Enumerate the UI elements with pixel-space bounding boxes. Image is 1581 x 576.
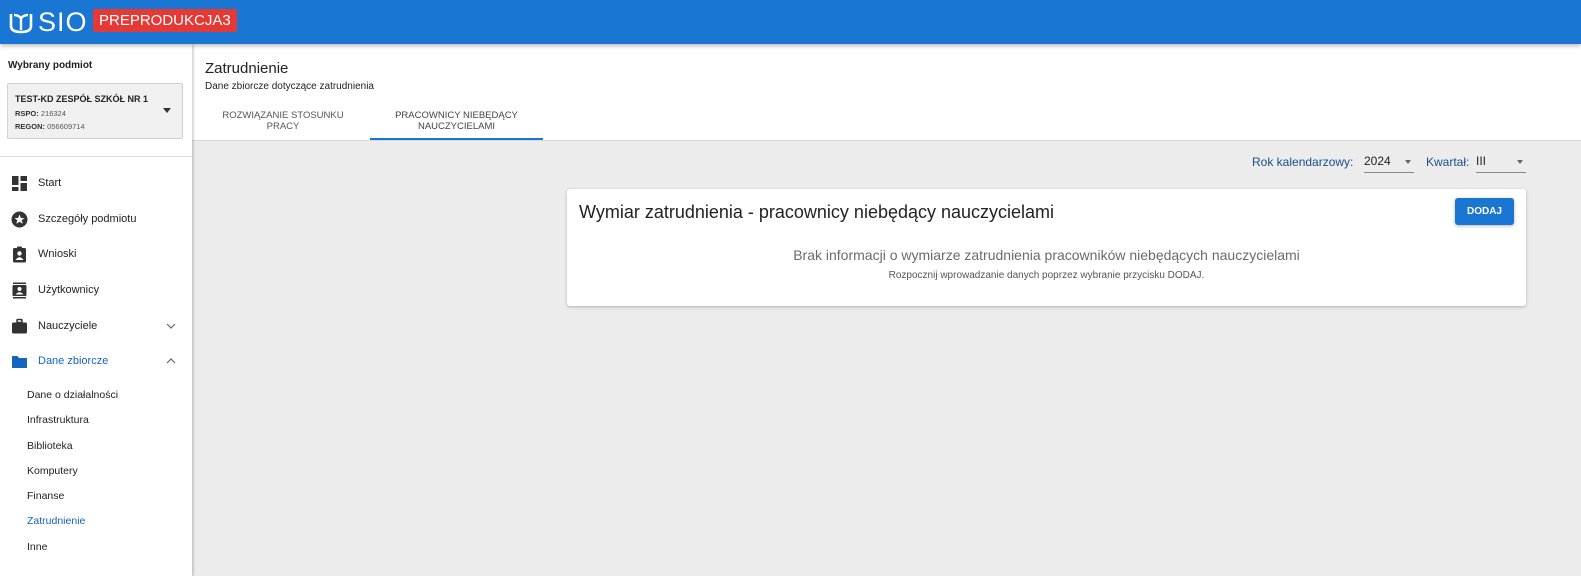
briefcase-icon: [12, 318, 27, 334]
sidebar-item-start[interactable]: Start: [0, 166, 192, 200]
sidebar-item-label: Dane zbiorcze: [38, 355, 109, 367]
card-title: Wymiar zatrudnienia - pracownicy niebędą…: [579, 202, 1055, 222]
sidebar: Wybrany podmiot TEST-KD ZESPÓŁ SZKÓŁ NR …: [0, 44, 192, 576]
sio-logo[interactable]: SIO: [8, 8, 88, 36]
year-filter-label: Rok kalendarzowy:: [1252, 155, 1354, 169]
empty-state-title: Brak informacji o wymiarze zatrudnienia …: [793, 247, 1300, 263]
subject-name: TEST-KD ZESPÓŁ SZKÓŁ NR 1: [15, 94, 149, 104]
add-button[interactable]: DODAJ: [1455, 198, 1514, 225]
star-badge-icon: [11, 211, 28, 228]
subject-selector[interactable]: TEST-KD ZESPÓŁ SZKÓŁ NR 1 RSPO: 216324 R…: [7, 83, 183, 139]
sidebar-subitem-employment[interactable]: Zatrudnienie: [27, 515, 85, 527]
active-tab-indicator: [370, 138, 543, 140]
contacts-icon: [12, 282, 27, 299]
sidebar-item-applications[interactable]: Wnioski: [0, 237, 192, 271]
folder-icon: [12, 356, 27, 368]
environment-badge: PREPRODUKCJA3: [93, 9, 237, 32]
quarter-select[interactable]: III: [1476, 153, 1526, 173]
dropdown-caret-icon: [163, 108, 171, 113]
clipboard-person-icon: [13, 246, 26, 263]
sidebar-item-users[interactable]: Użytkownicy: [0, 273, 192, 307]
dropdown-caret-icon: [1405, 160, 1411, 164]
sidebar-item-label: Start: [38, 177, 62, 189]
selected-subject-label: Wybrany podmiot: [8, 60, 93, 71]
tab-employment-termination[interactable]: ROZWIĄZANIE STOSUNKU PRACY: [208, 110, 358, 140]
chevron-down-icon: [166, 323, 176, 329]
subject-rspo: RSPO: 216324: [15, 109, 66, 118]
sidebar-item-aggregate-data[interactable]: Dane zbiorcze: [0, 344, 192, 378]
page-header: Zatrudnienie Dane zbiorcze dotyczące zat…: [192, 44, 1581, 141]
book-logo-icon: [9, 13, 33, 34]
top-app-bar: SIO PREPRODUKCJA3: [0, 0, 1581, 44]
quarter-select-value: III: [1476, 154, 1487, 168]
tab-label-line: PRACY: [266, 121, 300, 132]
sidebar-item-label: Użytkownicy: [38, 284, 100, 296]
tab-label-line: ROZWIĄZANIE STOSUNKU: [222, 110, 344, 121]
dropdown-caret-icon: [1517, 160, 1523, 164]
sidebar-item-subject-details[interactable]: Szczegóły podmiotu: [0, 202, 192, 236]
tab-label-line: PRACOWNICY NIEBĘDĄCY: [395, 110, 518, 121]
page-title: Zatrudnienie: [205, 60, 289, 77]
quarter-filter-label: Kwartał:: [1426, 155, 1470, 169]
sidebar-item-label: Szczegóły podmiotu: [38, 213, 137, 225]
sidebar-subitem-computers[interactable]: Komputery: [27, 465, 78, 477]
sidebar-item-label: Wnioski: [38, 248, 77, 260]
sidebar-subitem-other[interactable]: Inne: [27, 541, 47, 553]
year-select[interactable]: 2024: [1364, 153, 1414, 173]
sidebar-subitem-finance[interactable]: Finanse: [27, 490, 64, 502]
page-subtitle: Dane zbiorcze dotyczące zatrudnienia: [205, 81, 374, 92]
dashboard-icon: [12, 176, 27, 191]
sidebar-item-label: Nauczyciele: [38, 320, 98, 332]
tab-label-line: NAUCZYCIELAMI: [417, 121, 496, 132]
sidebar-subitem-activity-data[interactable]: Dane o działalności: [27, 389, 118, 401]
sidebar-item-teachers[interactable]: Nauczyciele: [0, 309, 192, 343]
subject-regon: REGON: 056609714: [15, 122, 85, 131]
logo-text: SIO: [38, 7, 88, 37]
sidebar-subitem-infrastructure[interactable]: Infrastruktura: [27, 414, 89, 426]
employment-card: Wymiar zatrudnienia - pracownicy niebędą…: [567, 189, 1526, 306]
empty-state-hint: Rozpocznij wprowadzanie danych poprzez w…: [888, 270, 1205, 281]
tab-non-teaching-staff[interactable]: PRACOWNICY NIEBĘDĄCY NAUCZYCIELAMI: [370, 110, 543, 140]
year-select-value: 2024: [1364, 154, 1391, 168]
sidebar-subitem-library[interactable]: Biblioteka: [27, 440, 73, 452]
sidebar-divider: [0, 156, 192, 157]
chevron-up-icon: [166, 358, 176, 364]
